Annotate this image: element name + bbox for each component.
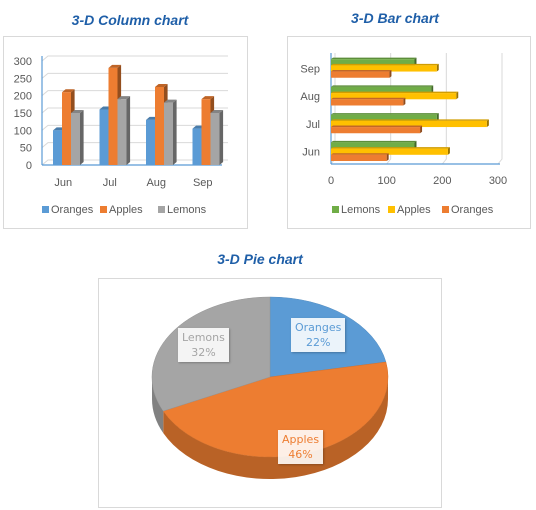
pie-label-name: Oranges	[295, 321, 342, 334]
pie-label-percent: 32%	[191, 346, 216, 359]
pie-label-percent: 46%	[288, 448, 313, 461]
pie-label-percent: 22%	[305, 336, 331, 349]
pie-label-name: Apples	[282, 433, 320, 446]
pie-label-apples: Apples 46%	[278, 430, 324, 464]
pie-label-oranges: Oranges 22%	[291, 318, 346, 352]
pie-label-lemons: Lemons 32%	[178, 328, 229, 362]
pie-chart	[151, 296, 389, 480]
pie-label-name: Lemons	[182, 331, 225, 344]
